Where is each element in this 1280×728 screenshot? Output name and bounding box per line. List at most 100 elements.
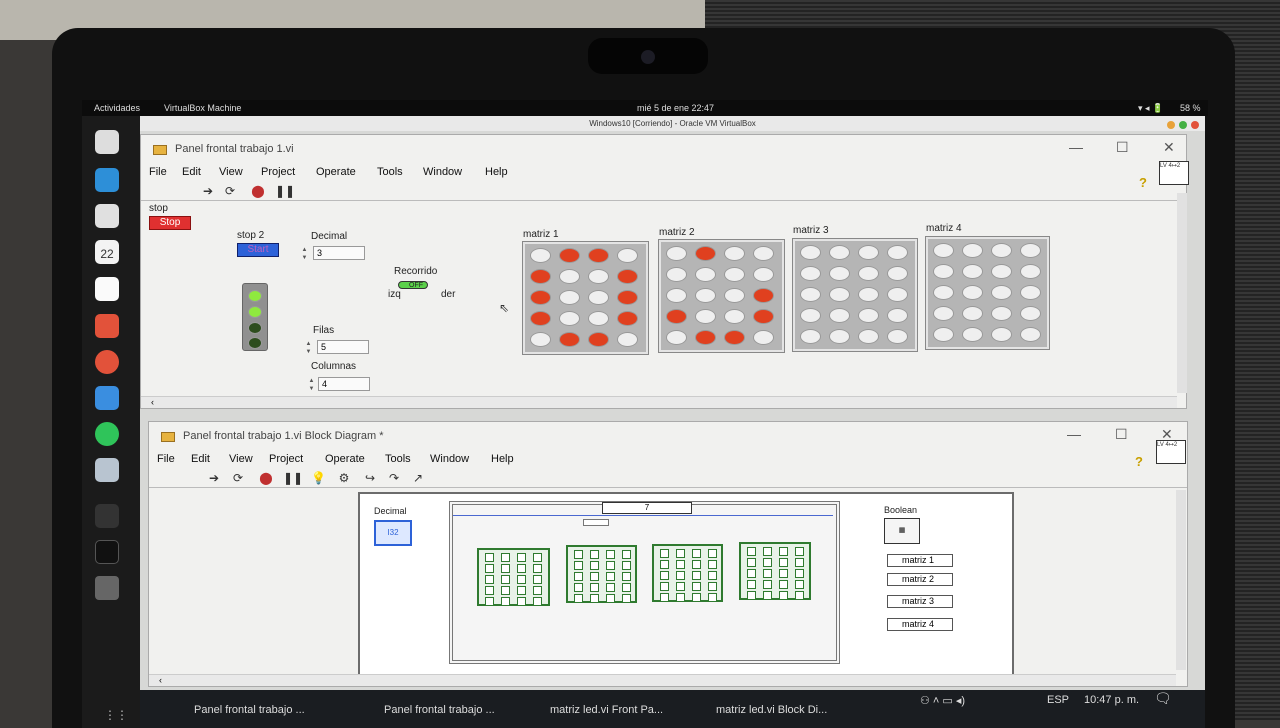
taskbar-item-4[interactable]: matriz led.vi Block Di... — [716, 704, 827, 716]
document-icon[interactable] — [95, 277, 119, 301]
indicator-matriz-4[interactable]: matriz 4 — [887, 618, 953, 631]
indicator-matriz-2[interactable]: matriz 2 — [887, 573, 953, 586]
run-continuously-icon[interactable]: ⟳ — [231, 472, 245, 484]
calendar-icon[interactable]: 22 — [95, 240, 119, 264]
led-cell — [724, 288, 745, 303]
virtualbox-icon[interactable] — [95, 458, 119, 482]
start-button[interactable]: Start — [237, 243, 279, 257]
menu-view[interactable]: View — [229, 453, 253, 465]
menu-operate[interactable]: Operate — [316, 166, 356, 178]
indicator-matriz-3[interactable]: matriz 3 — [887, 595, 953, 608]
menu-project[interactable]: Project — [261, 166, 295, 178]
block-vertical-scrollbar[interactable] — [1176, 490, 1186, 670]
abort-icon[interactable]: ⬤ — [251, 185, 265, 197]
subvi-matriz-1[interactable] — [477, 548, 550, 606]
help-icon[interactable]: ? — [1135, 454, 1143, 469]
menu-file[interactable]: File — [149, 166, 167, 178]
run-arrow-icon[interactable]: ➔ — [201, 185, 215, 197]
pause-icon[interactable]: ❚❚ — [283, 472, 303, 484]
front-vertical-scrollbar[interactable] — [1177, 193, 1187, 393]
filas-spinner[interactable]: ▲ ▼ — [304, 340, 313, 358]
windows-taskbar: Panel frontal trabajo ... Panel frontal … — [140, 690, 1205, 728]
indicator-matriz-1[interactable]: matriz 1 — [887, 554, 953, 567]
menu-help[interactable]: Help — [491, 453, 514, 465]
help-icon[interactable]: ? — [1139, 175, 1147, 190]
front-horizontal-scrollbar[interactable]: ‹ — [141, 396, 1177, 408]
menu-file[interactable]: File — [157, 453, 175, 465]
bool-cell-icon — [747, 558, 756, 567]
menu-window[interactable]: Window — [423, 166, 462, 178]
menu-tools[interactable]: Tools — [385, 453, 411, 465]
led-cell — [724, 330, 745, 345]
minimize-button[interactable]: — — [1067, 426, 1081, 442]
app-menu[interactable]: VirtualBox Machine — [164, 103, 241, 113]
menu-tools[interactable]: Tools — [377, 166, 403, 178]
activities-button[interactable]: Actividades — [94, 103, 140, 113]
minimize-button[interactable]: — — [1069, 139, 1083, 155]
decimal-spinner[interactable]: ▲ ▼ — [300, 246, 309, 264]
step-out-icon[interactable]: ↗ — [411, 472, 425, 484]
menu-project[interactable]: Project — [269, 453, 303, 465]
screenshot-icon[interactable] — [95, 204, 119, 228]
stop2-label: stop 2 — [237, 230, 265, 241]
tray-icons[interactable]: ⚇ ˄ ▭ ◂) — [920, 694, 965, 707]
led-cell — [933, 327, 954, 342]
recorrido-switch[interactable]: OFF — [398, 281, 428, 289]
stop-button[interactable]: Stop — [149, 216, 191, 230]
abort-icon[interactable]: ⬤ — [259, 472, 273, 484]
highlight-execution-icon[interactable]: 💡 — [311, 472, 326, 484]
menu-edit[interactable]: Edit — [182, 166, 201, 178]
mail-icon[interactable] — [95, 168, 119, 192]
menu-view[interactable]: View — [219, 166, 243, 178]
finder-icon[interactable] — [95, 386, 119, 410]
decimal-input[interactable]: 3 — [313, 246, 365, 260]
system-tray-icons[interactable]: ▾ ◂ 🔋 — [1138, 103, 1163, 114]
menu-window[interactable]: Window — [430, 453, 469, 465]
step-into-icon[interactable]: ↪ — [363, 472, 377, 484]
files-icon[interactable] — [95, 130, 119, 154]
columnas-input[interactable]: 4 — [318, 377, 370, 391]
trash-icon[interactable] — [95, 576, 119, 600]
columnas-spinner[interactable]: ▲ ▼ — [307, 377, 316, 395]
menu-operate[interactable]: Operate — [325, 453, 365, 465]
led-cell — [991, 327, 1012, 342]
bool-cell-icon — [501, 597, 510, 606]
decimal-terminal[interactable]: I32 — [374, 520, 412, 546]
run-arrow-icon[interactable]: ➔ — [207, 472, 221, 484]
boolean-array-indicator[interactable]: ▦ — [884, 518, 920, 544]
bool-cell-icon — [708, 549, 717, 558]
subvi-matriz-3[interactable] — [652, 544, 723, 602]
while-loop[interactable]: Decimal I32 7 Boolean ▦ matriz 1 matriz … — [358, 492, 1014, 678]
notifications-icon[interactable]: 🗨 — [1154, 690, 1172, 707]
vi-connector-icon[interactable]: LV 4↦2 — [1156, 440, 1186, 464]
taskbar-item-1[interactable]: Panel frontal trabajo ... — [194, 704, 305, 716]
run-continuously-icon[interactable]: ⟳ — [223, 185, 237, 197]
led-cell — [695, 330, 716, 345]
brave-icon[interactable] — [95, 314, 119, 338]
case-structure[interactable]: 7 — [449, 501, 840, 664]
maximize-button[interactable]: ☐ — [1115, 426, 1128, 443]
pause-icon[interactable]: ❚❚ — [275, 185, 295, 197]
step-over-icon[interactable]: ↷ — [387, 472, 401, 484]
retain-wire-values-icon[interactable]: ⚙ — [337, 472, 351, 484]
vi-connector-icon[interactable]: LV 4↦2 — [1159, 161, 1189, 185]
chrome-icon[interactable] — [95, 350, 119, 374]
block-horizontal-scrollbar[interactable]: ‹ — [149, 674, 1176, 686]
phone-icon[interactable] — [95, 504, 119, 528]
close-button[interactable]: ✕ — [1163, 139, 1175, 156]
menu-edit[interactable]: Edit — [191, 453, 210, 465]
menu-help[interactable]: Help — [485, 166, 508, 178]
taskbar-item-2[interactable]: Panel frontal trabajo ... — [384, 704, 495, 716]
maximize-button[interactable]: ☐ — [1116, 139, 1129, 156]
clock[interactable]: mié 5 de ene 22:47 — [637, 103, 714, 113]
taskbar-item-3[interactable]: matriz led.vi Front Pa... — [550, 704, 663, 716]
filas-input[interactable]: 5 — [317, 340, 369, 354]
terminal-icon[interactable] — [95, 540, 119, 564]
language-indicator[interactable]: ESP — [1047, 694, 1069, 706]
subvi-matriz-2[interactable] — [566, 545, 637, 603]
subvi-matriz-4[interactable] — [739, 542, 811, 600]
case-selector[interactable]: 7 — [602, 502, 692, 514]
bool-cell-icon — [533, 564, 542, 573]
taskbar-clock[interactable]: 10:47 p. m. — [1084, 694, 1139, 706]
whatsapp-icon[interactable] — [95, 422, 119, 446]
